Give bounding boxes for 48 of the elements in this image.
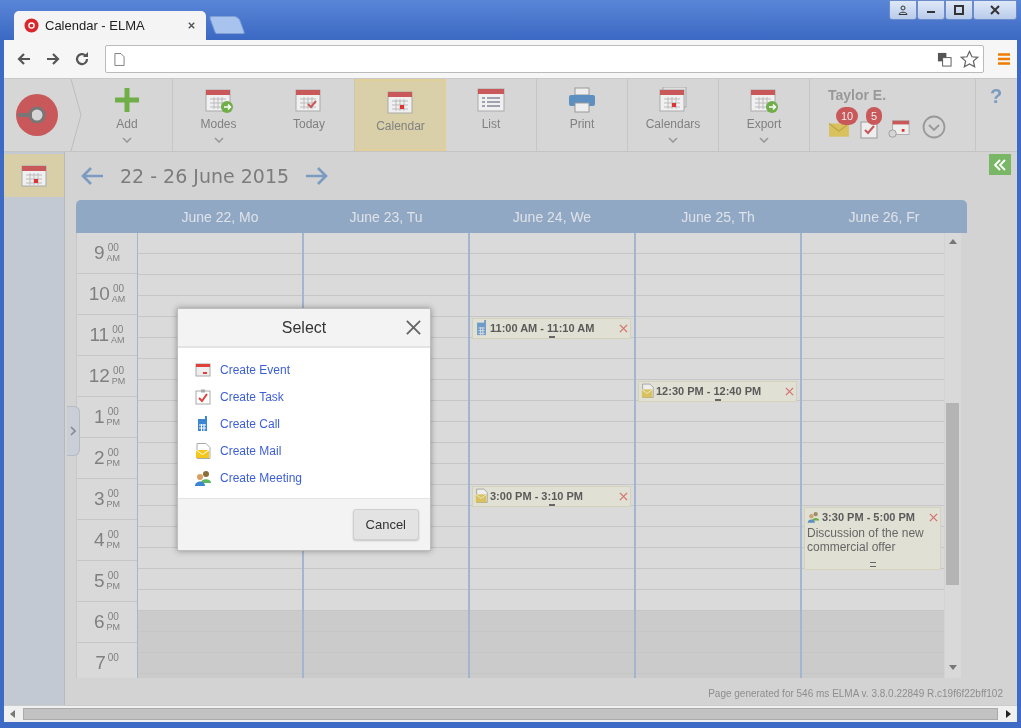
minutes-label: 00	[107, 242, 119, 253]
day-header: June 25, Th	[680, 208, 756, 225]
period-label: PM	[106, 540, 121, 551]
tab-title: Calendar - ELMA	[45, 18, 146, 33]
period-label: PM	[106, 581, 121, 592]
count-badge: 10	[836, 107, 859, 125]
dialog-title: Select	[281, 318, 327, 337]
minutes-label: 00	[107, 488, 119, 499]
minutes-label: 00	[112, 324, 124, 335]
period-label: PM	[111, 376, 126, 387]
period-label: AM	[111, 335, 125, 346]
period-label: PM	[106, 499, 121, 510]
hour-label: 4	[93, 532, 105, 547]
minutes-label: 00	[107, 529, 119, 540]
hour-label: 6	[93, 614, 105, 629]
hour-label: 5	[93, 573, 105, 588]
hour-label: 2	[93, 450, 105, 465]
minutes-label: 00	[107, 611, 119, 622]
event-title: Discussion of the new commercial offer	[807, 526, 925, 554]
minutes-label: 00	[113, 365, 125, 376]
day-header: June 24, We	[511, 208, 593, 225]
period-label: PM	[106, 417, 121, 428]
hour-label: 3	[93, 491, 105, 506]
event-time: 12:30 PM - 12:40 PM	[656, 385, 762, 397]
hour-label: 12	[88, 368, 110, 383]
minutes-label: 00	[107, 652, 119, 663]
period-label: PM	[106, 622, 121, 633]
day-header: June 26, Fr	[847, 208, 921, 225]
hour-label: 11	[89, 327, 110, 342]
minutes-label: 00	[107, 406, 119, 417]
event-time: 11:00 AM - 11:10 AM	[490, 322, 595, 334]
period-label: AM	[106, 253, 121, 264]
hour-label: 10	[88, 286, 110, 301]
day-header: June 22, Mo	[180, 208, 260, 225]
event-time: 3:00 PM - 3:10 PM	[490, 490, 583, 502]
footer-text: Page generated for 546 ms ELMA v. 3.8.0.22849 R.c19f6f22bff102	[708, 688, 1003, 699]
hour-label: 7	[95, 655, 106, 670]
hour-label: 1	[93, 409, 105, 424]
minutes-label: 00	[107, 570, 119, 581]
event-time: 3:30 PM - 5:00 PM	[822, 511, 915, 523]
date-range: 22 - 26 June 2015	[120, 165, 290, 187]
hour-label: 9	[93, 245, 105, 260]
period-label: PM	[106, 458, 121, 469]
minutes-label: 00	[113, 283, 125, 294]
count-badge: 5	[866, 107, 883, 125]
period-label: AM	[111, 294, 126, 305]
minutes-label: 00	[107, 447, 119, 458]
day-header: June 23, Tu	[348, 208, 424, 225]
